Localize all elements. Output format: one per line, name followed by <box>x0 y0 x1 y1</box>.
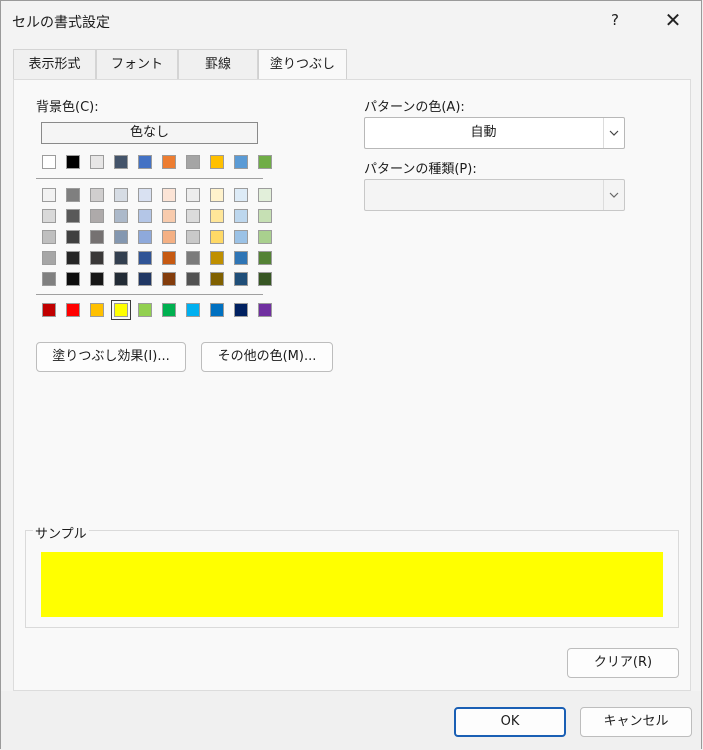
theme-shade-color-swatch[interactable] <box>186 188 200 202</box>
ok-button[interactable]: OK <box>454 707 566 737</box>
theme-shade-color-swatch[interactable] <box>258 272 272 286</box>
theme-color-swatch[interactable] <box>114 155 128 169</box>
no-color-button[interactable]: 色なし <box>41 122 258 144</box>
sample-preview <box>41 552 663 617</box>
tab-font[interactable]: フォント <box>96 49 178 79</box>
theme-shade-color-swatch[interactable] <box>42 188 56 202</box>
theme-shade-color-swatch[interactable] <box>114 251 128 265</box>
theme-shade-color-swatch[interactable] <box>162 188 176 202</box>
theme-shade-color-swatch[interactable] <box>210 272 224 286</box>
theme-shade-color-swatch[interactable] <box>210 188 224 202</box>
theme-shade-color-swatch[interactable] <box>210 251 224 265</box>
theme-shade-color-swatch[interactable] <box>210 209 224 223</box>
theme-shade-color-swatch[interactable] <box>162 251 176 265</box>
sample-label: サンプル <box>33 523 89 542</box>
theme-shade-color-swatch[interactable] <box>162 209 176 223</box>
theme-shade-color-swatch[interactable] <box>186 230 200 244</box>
theme-shade-color-swatch[interactable] <box>114 230 128 244</box>
standard-color-swatch[interactable] <box>210 303 224 317</box>
theme-color-swatch[interactable] <box>90 155 104 169</box>
theme-shade-color-swatch[interactable] <box>234 251 248 265</box>
theme-shade-color-swatch[interactable] <box>234 230 248 244</box>
theme-shade-color-swatch[interactable] <box>66 230 80 244</box>
palette-separator <box>36 294 263 295</box>
background-color-label: 背景色(C): <box>36 100 99 115</box>
theme-color-swatch[interactable] <box>186 155 200 169</box>
theme-shade-color-swatch[interactable] <box>138 188 152 202</box>
theme-shade-color-swatch[interactable] <box>138 251 152 265</box>
theme-shade-color-swatch[interactable] <box>114 272 128 286</box>
theme-shade-color-swatch[interactable] <box>66 272 80 286</box>
standard-color-swatch[interactable] <box>234 303 248 317</box>
window-title: セルの書式設定 <box>12 15 110 31</box>
standard-color-swatch[interactable] <box>90 303 104 317</box>
theme-color-swatch[interactable] <box>66 155 80 169</box>
clear-button[interactable]: クリア(R) <box>567 648 679 678</box>
theme-shade-color-swatch[interactable] <box>258 230 272 244</box>
standard-color-swatch[interactable] <box>186 303 200 317</box>
theme-shade-color-swatch[interactable] <box>42 230 56 244</box>
theme-shade-color-swatch[interactable] <box>90 251 104 265</box>
theme-shade-color-swatch[interactable] <box>138 272 152 286</box>
theme-color-swatch[interactable] <box>162 155 176 169</box>
theme-shade-color-swatch[interactable] <box>138 230 152 244</box>
palette-separator <box>36 178 263 179</box>
theme-shade-color-swatch[interactable] <box>42 251 56 265</box>
pattern-style-select[interactable] <box>364 179 625 211</box>
standard-color-swatch[interactable] <box>42 303 56 317</box>
format-cells-dialog: セルの書式設定 ? ✕ 表示形式 フォント 罫線 塗りつぶし 背景色(C): 色… <box>0 0 702 750</box>
theme-shade-color-swatch[interactable] <box>90 209 104 223</box>
close-button[interactable]: ✕ <box>651 5 695 35</box>
title-bar: セルの書式設定 ? ✕ <box>1 1 701 41</box>
theme-shade-color-swatch[interactable] <box>234 272 248 286</box>
cancel-button[interactable]: キャンセル <box>580 707 692 737</box>
theme-shade-color-swatch[interactable] <box>162 272 176 286</box>
tab-border[interactable]: 罫線 <box>178 49 258 79</box>
theme-shade-color-swatch[interactable] <box>66 188 80 202</box>
theme-shade-color-swatch[interactable] <box>42 209 56 223</box>
theme-shade-color-swatch[interactable] <box>114 209 128 223</box>
more-colors-button[interactable]: その他の色(M)... <box>201 342 333 372</box>
pattern-style-label: パターンの種類(P): <box>364 162 477 177</box>
theme-shade-color-swatch[interactable] <box>258 188 272 202</box>
standard-color-swatch[interactable] <box>111 300 131 320</box>
help-button[interactable]: ? <box>593 5 637 35</box>
theme-shade-color-swatch[interactable] <box>234 188 248 202</box>
tab-fill[interactable]: 塗りつぶし <box>258 49 347 80</box>
theme-shade-color-swatch[interactable] <box>258 251 272 265</box>
standard-color-swatch[interactable] <box>138 303 152 317</box>
theme-shade-color-swatch[interactable] <box>258 209 272 223</box>
theme-shade-color-swatch[interactable] <box>90 272 104 286</box>
theme-shade-color-swatch[interactable] <box>114 188 128 202</box>
theme-shade-color-swatch[interactable] <box>162 230 176 244</box>
pattern-color-select[interactable]: 自動 <box>364 117 625 149</box>
theme-shade-color-swatch[interactable] <box>186 209 200 223</box>
tab-number-format[interactable]: 表示形式 <box>13 49 96 79</box>
theme-shade-color-swatch[interactable] <box>186 272 200 286</box>
fill-effects-button[interactable]: 塗りつぶし効果(I)... <box>36 342 186 372</box>
theme-shade-color-swatch[interactable] <box>66 209 80 223</box>
theme-shade-color-swatch[interactable] <box>66 251 80 265</box>
theme-shade-color-swatch[interactable] <box>90 188 104 202</box>
standard-color-swatch[interactable] <box>66 303 80 317</box>
standard-color-swatch[interactable] <box>258 303 272 317</box>
pattern-color-label: パターンの色(A): <box>364 100 465 115</box>
theme-shade-color-swatch[interactable] <box>210 230 224 244</box>
theme-shade-color-swatch[interactable] <box>90 230 104 244</box>
standard-color-swatch[interactable] <box>162 303 176 317</box>
theme-color-swatch[interactable] <box>258 155 272 169</box>
chevron-down-icon[interactable] <box>603 180 624 210</box>
theme-color-swatch[interactable] <box>138 155 152 169</box>
theme-shade-color-swatch[interactable] <box>42 272 56 286</box>
pattern-color-value: 自動 <box>470 125 497 140</box>
theme-color-swatch[interactable] <box>210 155 224 169</box>
chevron-down-icon[interactable] <box>603 118 624 148</box>
theme-shade-color-swatch[interactable] <box>186 251 200 265</box>
theme-color-swatch[interactable] <box>234 155 248 169</box>
theme-color-swatch[interactable] <box>42 155 56 169</box>
theme-shade-color-swatch[interactable] <box>138 209 152 223</box>
theme-shade-color-swatch[interactable] <box>234 209 248 223</box>
